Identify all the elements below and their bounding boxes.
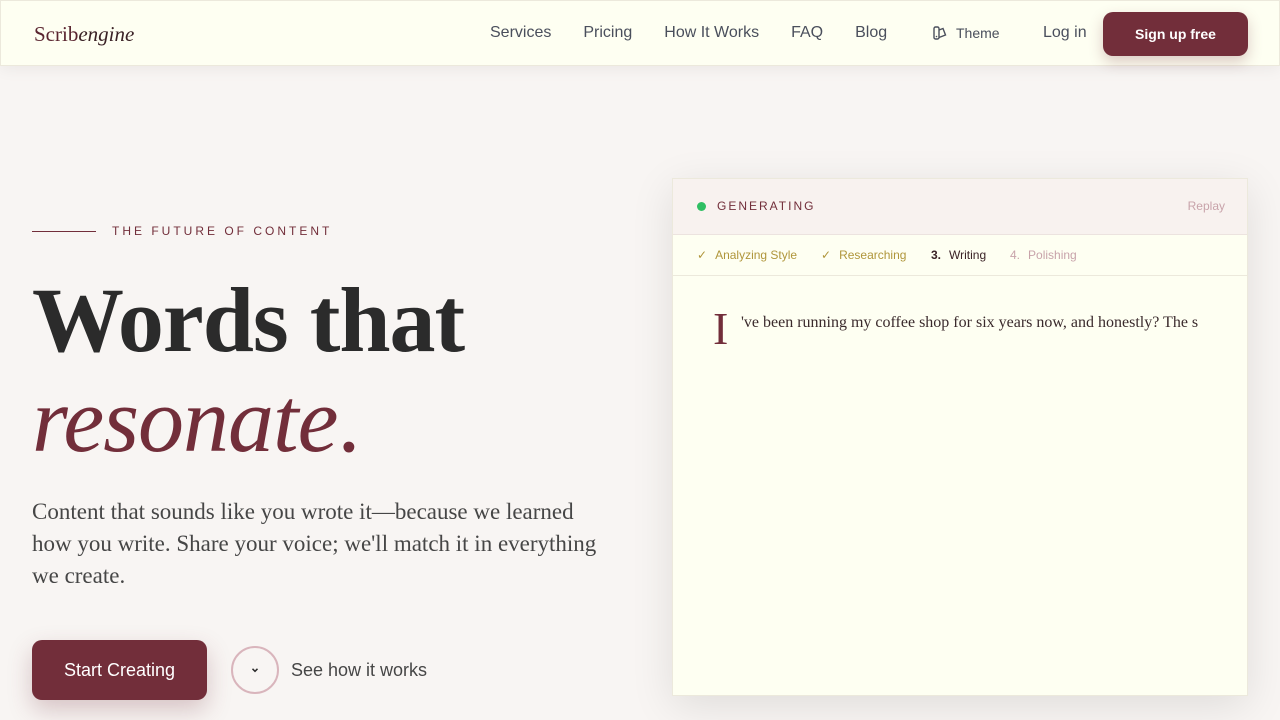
palette-icon — [933, 26, 947, 40]
step-number: 3. — [931, 248, 942, 262]
main-nav: Services Pricing How It Works FAQ Blog — [490, 24, 887, 42]
hero-subcopy: Content that sounds like you wrote it—be… — [32, 499, 597, 588]
start-creating-button[interactable]: Start Creating — [32, 640, 207, 700]
step-label: Writing — [949, 248, 987, 262]
nav-services[interactable]: Services — [490, 24, 551, 42]
nav-blog[interactable]: Blog — [855, 24, 887, 42]
chevron-down-icon — [251, 668, 259, 673]
headline-line-1: Words that — [32, 269, 465, 371]
signup-button[interactable]: Sign up free — [1103, 12, 1248, 56]
eyebrow-text: THE FUTURE OF CONTENT — [112, 224, 333, 238]
step-check-icon: ✓ — [821, 248, 832, 262]
status-text: GENERATING — [717, 199, 816, 213]
step-label: Polishing — [1028, 248, 1077, 262]
nav-faq[interactable]: FAQ — [791, 24, 823, 42]
logo-italic: engine — [78, 22, 135, 46]
step-label: Analyzing Style — [715, 248, 798, 262]
headline-line-2: resonate. — [32, 369, 360, 471]
step-researching: ✓ Researching — [821, 248, 906, 262]
step-analyzing-style: ✓ Analyzing Style — [697, 248, 797, 262]
replay-button[interactable]: Replay — [1188, 199, 1225, 213]
nav-how-it-works[interactable]: How It Works — [664, 24, 759, 42]
see-how-circle[interactable] — [231, 646, 279, 694]
theme-toggle[interactable]: Theme — [932, 25, 1000, 41]
generation-card: GENERATING Replay ✓ Analyzing Style ✓ Rese… — [672, 178, 1248, 696]
card-header: GENERATING Replay — [673, 179, 1247, 235]
nav-pricing[interactable]: Pricing — [583, 24, 632, 42]
logo[interactable]: Scribengine — [34, 22, 134, 47]
logo-plain: Scrib — [34, 22, 79, 46]
step-writing: 3. Writing — [931, 248, 986, 262]
step-check-icon: ✓ — [697, 248, 708, 262]
step-polishing: 4. Polishing — [1010, 248, 1077, 262]
eyebrow: THE FUTURE OF CONTENT — [32, 224, 332, 238]
eyebrow-line — [32, 230, 96, 232]
generated-text: 've been running my coffee shop for six … — [741, 314, 1199, 331]
status-dot-icon — [697, 202, 706, 211]
site-header: Scribengine Services Pricing How It Work… — [0, 0, 1280, 66]
see-how-it-works-link[interactable]: See how it works — [231, 646, 427, 694]
progress-steps: ✓ Analyzing Style ✓ Researching 3. Writing … — [673, 235, 1247, 276]
drop-cap: I — [713, 303, 729, 354]
theme-label: Theme — [956, 25, 1000, 41]
step-label: Researching — [839, 248, 907, 262]
see-how-label: See how it works — [291, 659, 428, 680]
headline-accent: resonate — [32, 369, 338, 471]
headline-period: . — [337, 369, 360, 471]
step-number: 4. — [1010, 248, 1021, 262]
login-link[interactable]: Log in — [1043, 24, 1087, 42]
